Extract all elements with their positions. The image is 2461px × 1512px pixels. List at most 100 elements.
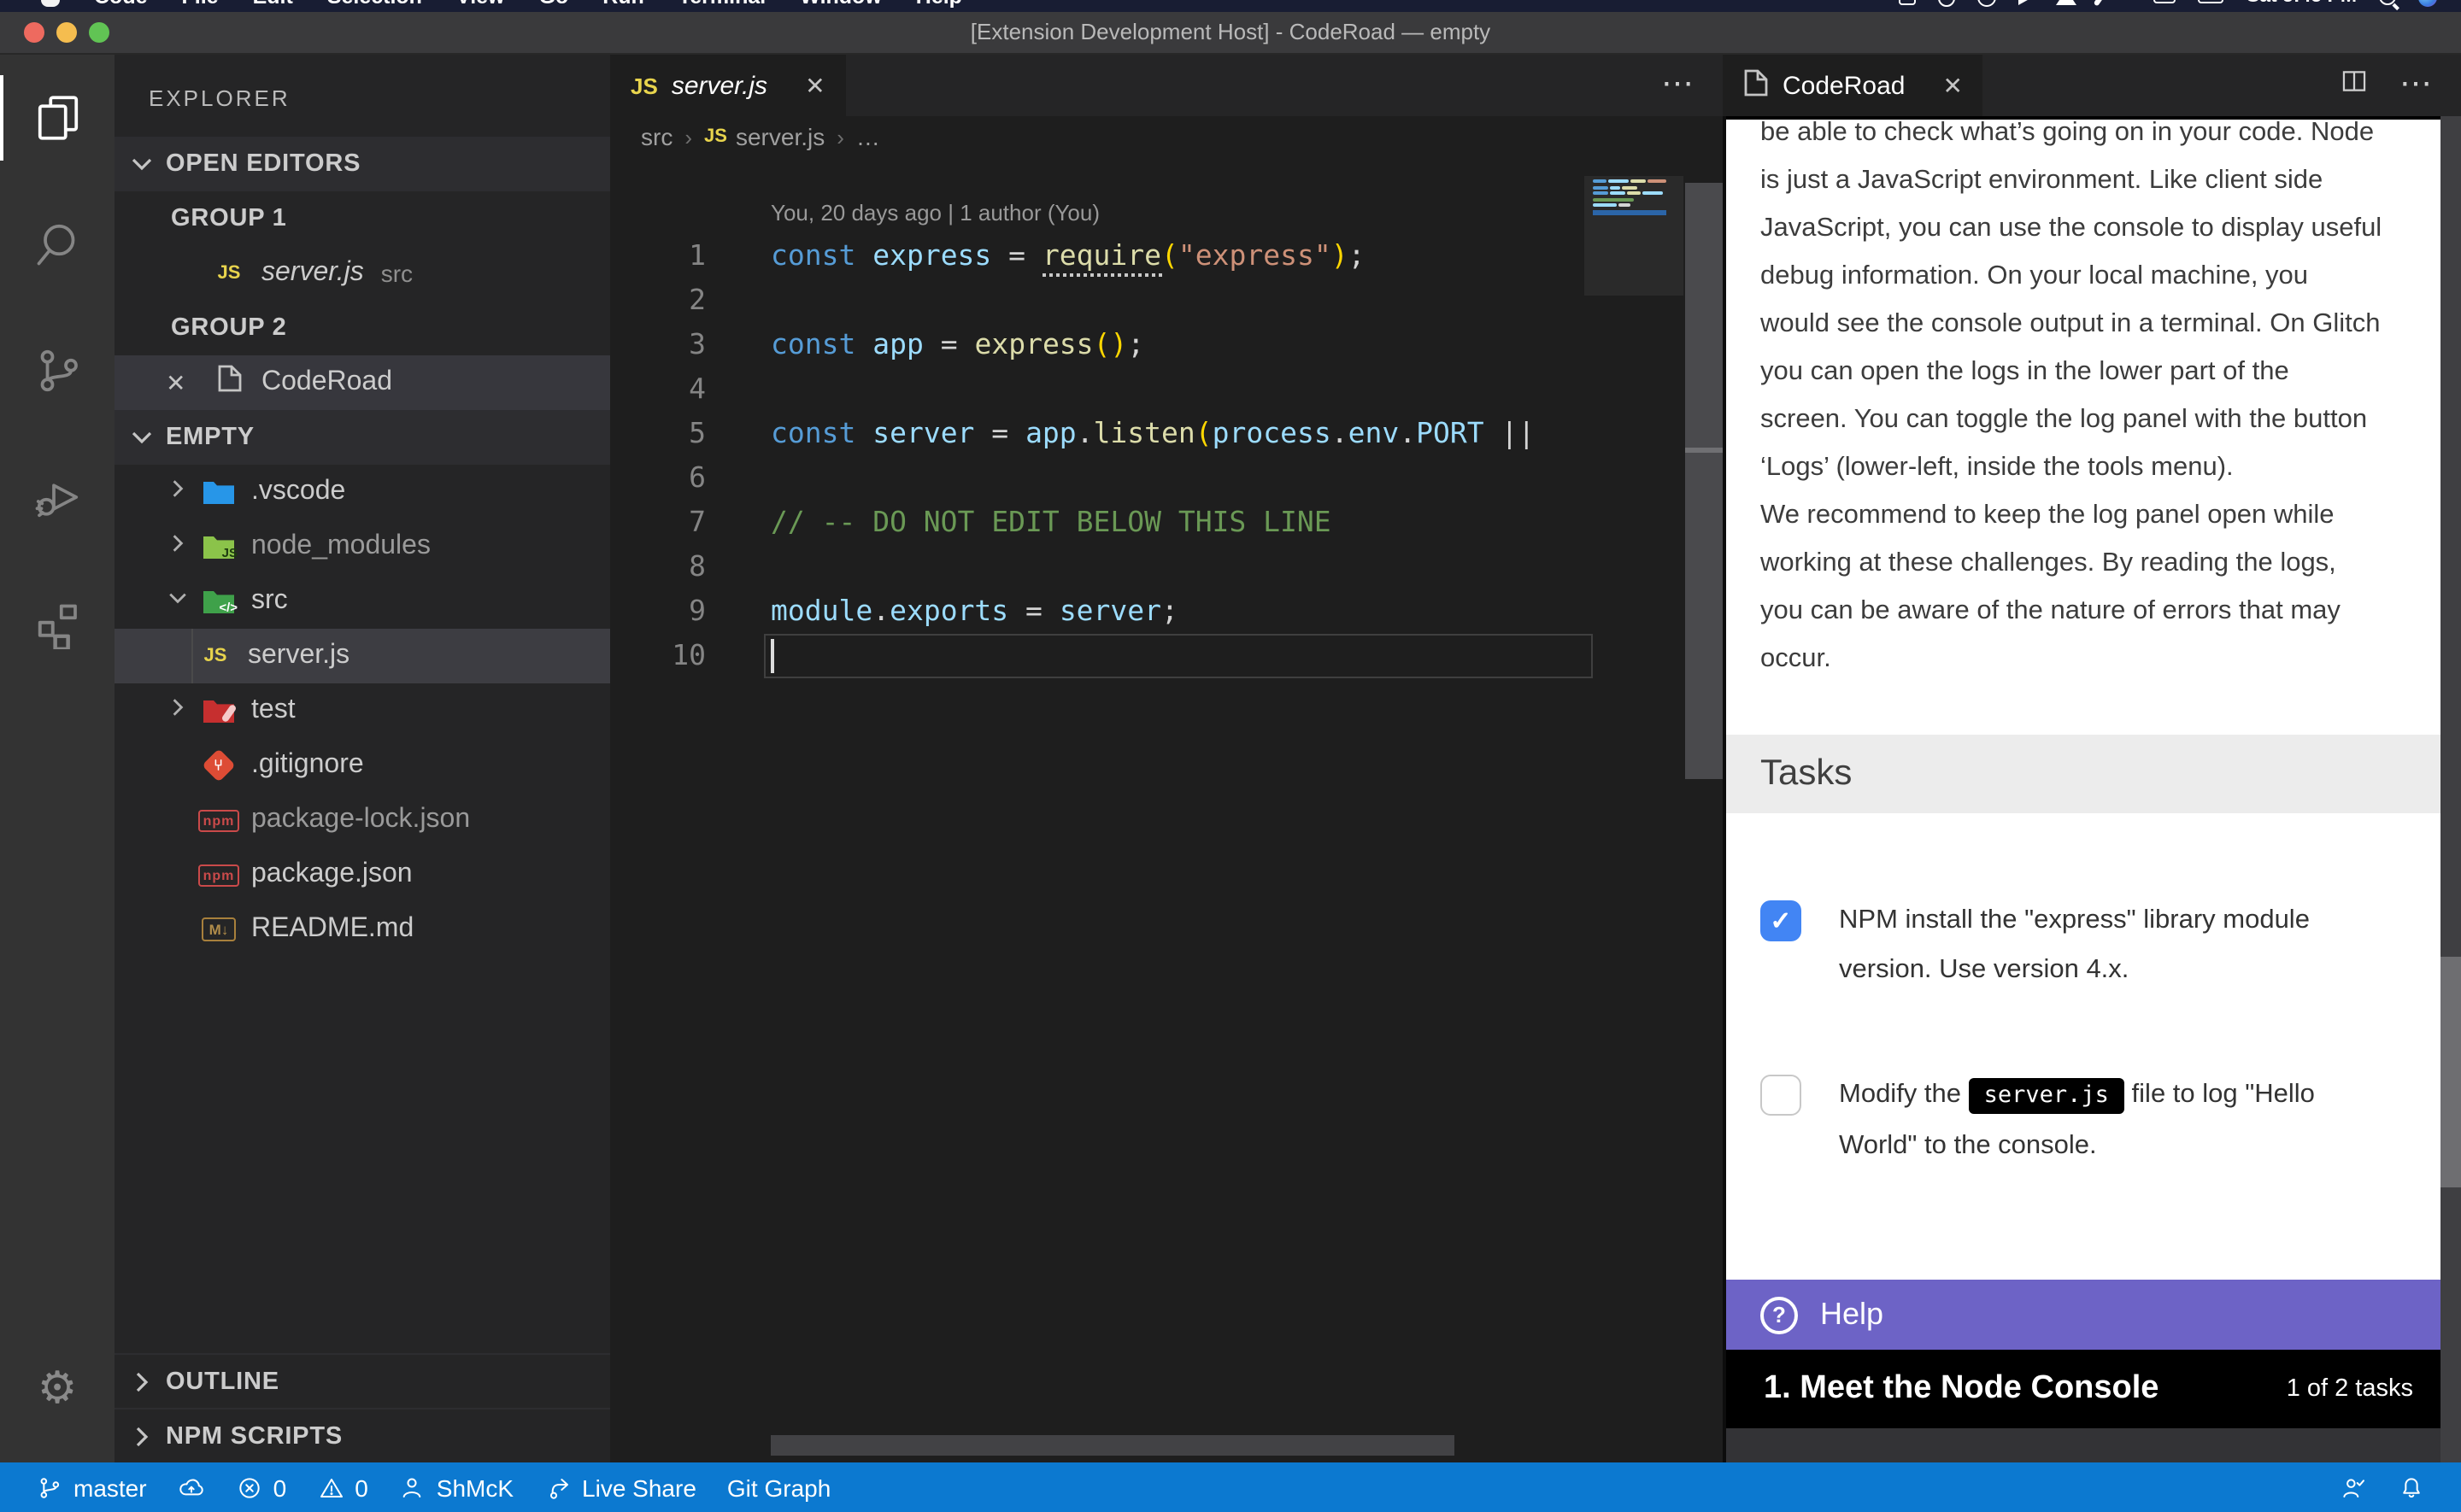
split-editor-icon[interactable] bbox=[2340, 67, 2369, 104]
tree-item-test[interactable]: test bbox=[115, 683, 610, 738]
window-titlebar[interactable]: [Extension Development Host] - CodeRoad … bbox=[0, 12, 2461, 55]
editor-more-actions-icon[interactable]: ⋯ bbox=[1661, 77, 1695, 94]
spotlight-icon[interactable] bbox=[2379, 0, 2396, 5]
breadcrumb: src›JSserver.js›… bbox=[610, 116, 1723, 157]
statusbar-publish-changes[interactable] bbox=[162, 1462, 220, 1512]
statusbar-live-share[interactable]: Live Share bbox=[529, 1462, 712, 1512]
sync-circle-icon[interactable] bbox=[1977, 0, 1996, 6]
tree-item--vscode[interactable]: .vscode bbox=[115, 465, 610, 519]
task-checkbox-checked[interactable]: ✓ bbox=[1760, 900, 1801, 941]
statusbar-git-graph[interactable]: Git Graph bbox=[712, 1462, 846, 1512]
sidebar-bottom-sections: OUTLINENPM SCRIPTS bbox=[115, 1353, 610, 1462]
open-editor-coderoad[interactable]: ✕CodeRoad bbox=[115, 355, 610, 410]
coderoad-panel: CodeRoad ✕ ⋯ be able to check what’s goi… bbox=[1723, 55, 2461, 1462]
apple-menu-icon[interactable] bbox=[41, 0, 60, 7]
task-item-1: ✓ NPM install the "express" library modul… bbox=[1760, 895, 2430, 994]
menu-file[interactable]: File bbox=[165, 0, 236, 9]
menu-edit[interactable]: Edit bbox=[236, 0, 310, 9]
chevron-down-icon bbox=[128, 150, 156, 178]
tree-item-src[interactable]: </>src bbox=[115, 574, 610, 629]
editor-horizontal-scrollbar[interactable] bbox=[771, 1435, 1454, 1456]
statusbar-warnings[interactable]: 0 bbox=[302, 1462, 384, 1512]
tree-item-node-modules[interactable]: JSnode_modules bbox=[115, 519, 610, 574]
close-window-button[interactable] bbox=[24, 22, 44, 43]
menu-view[interactable]: View bbox=[439, 0, 522, 9]
tree-item-readme-md[interactable]: M↓README.md bbox=[115, 902, 610, 957]
open-editor-server-js[interactable]: JSserver.jssrc bbox=[115, 246, 610, 301]
activity-search[interactable] bbox=[0, 181, 115, 308]
code-editor[interactable]: You, 20 days ago | 1 author (You) 123456… bbox=[610, 157, 1723, 1462]
minimap[interactable] bbox=[1593, 179, 1666, 292]
activity-source-control[interactable] bbox=[0, 308, 115, 434]
settings-gear-icon[interactable]: ⚙ bbox=[0, 1346, 115, 1428]
codelens-annotation[interactable]: You, 20 days ago | 1 author (You) bbox=[771, 200, 1100, 226]
tab-label: CodeRoad bbox=[1783, 71, 1905, 100]
tree-item-package-json[interactable]: npmpackage.json bbox=[115, 847, 610, 902]
menubar-clock[interactable]: Sat 5:45 PM bbox=[2247, 0, 2357, 7]
menu-run[interactable]: Run bbox=[585, 0, 661, 9]
tasks-header: Tasks bbox=[1726, 735, 2440, 813]
zoom-window-button[interactable] bbox=[89, 22, 109, 43]
file-tree: .vscodeJSnode_modules</>srcJSserver.jste… bbox=[115, 465, 610, 957]
breadcrumb-item[interactable]: … bbox=[856, 123, 880, 150]
menubar-status-area: Sat 5:45 PM bbox=[1899, 0, 2437, 7]
panel-more-actions-icon[interactable]: ⋯ bbox=[2399, 77, 2434, 94]
tree-item-package-lock-json[interactable]: npmpackage-lock.json bbox=[115, 793, 610, 847]
section-folder-empty[interactable]: EMPTY bbox=[115, 410, 610, 465]
activity-explorer[interactable] bbox=[0, 55, 115, 181]
js-file-icon: JS bbox=[704, 126, 727, 147]
lesson-footer[interactable]: 1. Meet the Node Console 1 of 2 tasks bbox=[1726, 1350, 2440, 1428]
pencil-icon[interactable] bbox=[2094, 0, 2110, 7]
statusbar-git-branch[interactable]: master bbox=[21, 1462, 162, 1512]
sidebar-title: EXPLORER bbox=[115, 55, 610, 137]
tree-item--gitignore[interactable]: ⑂.gitignore bbox=[115, 738, 610, 793]
task-checkbox-unchecked[interactable] bbox=[1760, 1075, 1801, 1116]
tab-server-js[interactable]: JS server.js ✕ bbox=[610, 55, 846, 116]
minimize-window-button[interactable] bbox=[56, 22, 77, 43]
statusbar-feedback[interactable] bbox=[2324, 1474, 2382, 1501]
close-tab-icon[interactable]: ✕ bbox=[805, 71, 825, 100]
statusbar-notifications[interactable] bbox=[2382, 1474, 2440, 1501]
breadcrumb-item[interactable]: JSserver.js bbox=[704, 123, 825, 150]
statusbar-account[interactable]: ShMcK bbox=[384, 1462, 529, 1512]
statusbar-errors[interactable]: 0 bbox=[220, 1462, 302, 1512]
keyboard-icon[interactable] bbox=[2154, 0, 2176, 3]
siri-icon[interactable] bbox=[2418, 0, 2437, 6]
chevron-right-icon bbox=[166, 694, 193, 727]
section-outline[interactable]: OUTLINE bbox=[115, 1353, 610, 1408]
section-open-editors[interactable]: OPEN EDITORS bbox=[115, 137, 610, 191]
activity-extensions[interactable] bbox=[0, 560, 115, 687]
triangle-icon[interactable] bbox=[2056, 0, 2076, 4]
section-npm-scripts[interactable]: NPM SCRIPTS bbox=[115, 1408, 610, 1462]
battery-icon[interactable] bbox=[2199, 0, 2224, 3]
breadcrumb-item[interactable]: src bbox=[641, 123, 673, 150]
close-editor-icon[interactable]: ✕ bbox=[166, 368, 203, 397]
activity-run-debug[interactable] bbox=[0, 434, 115, 560]
menu-terminal[interactable]: Terminal bbox=[661, 0, 783, 9]
live-share-icon bbox=[544, 1474, 572, 1501]
editor-vertical-scrollbar[interactable] bbox=[1685, 183, 1723, 779]
task-text: NPM install the "express" library module… bbox=[1839, 895, 2310, 994]
shield-icon[interactable] bbox=[1938, 0, 1955, 6]
play-icon[interactable] bbox=[2018, 0, 2034, 5]
scrollbar-thumb[interactable] bbox=[2440, 957, 2461, 1187]
chevron-right-icon bbox=[128, 1422, 156, 1450]
tree-item-server-js[interactable]: JSserver.js bbox=[115, 629, 610, 683]
window-icon[interactable] bbox=[1899, 0, 1916, 5]
menu-selection[interactable]: Selection bbox=[310, 0, 439, 9]
npm-icon: npm bbox=[200, 805, 238, 835]
warning-icon bbox=[317, 1474, 344, 1501]
help-bar[interactable]: ? Help bbox=[1726, 1280, 2440, 1350]
tab-coderoad[interactable]: CodeRoad ✕ bbox=[1723, 55, 1983, 116]
menu-window[interactable]: Window bbox=[783, 0, 899, 9]
person-icon bbox=[399, 1474, 426, 1501]
menu-help[interactable]: Help bbox=[899, 0, 979, 9]
menu-go[interactable]: Go bbox=[522, 0, 586, 9]
person-check-icon bbox=[2340, 1474, 2367, 1501]
chevron-right-icon bbox=[166, 530, 193, 563]
open-editors-list: GROUP 1JSserver.jssrcGROUP 2✕CodeRoad bbox=[115, 191, 610, 410]
close-tab-icon[interactable]: ✕ bbox=[1942, 71, 1962, 100]
panel-scrollbar[interactable] bbox=[2440, 116, 2461, 1462]
section-label: EMPTY bbox=[166, 424, 255, 451]
menu-code[interactable]: Code bbox=[77, 0, 165, 9]
